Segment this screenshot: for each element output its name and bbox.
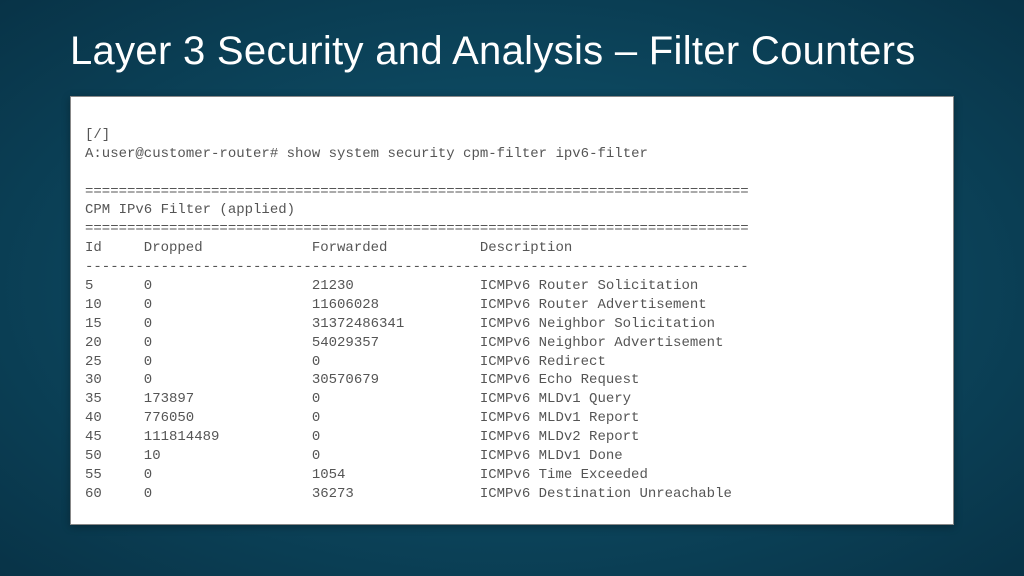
slide: Layer 3 Security and Analysis – Filter C… xyxy=(0,0,1024,576)
cell-id: 55 xyxy=(85,466,144,485)
table-row: 10011606028ICMPv6 Router Advertisement xyxy=(85,297,707,313)
cell-forwarded: 0 xyxy=(312,447,480,466)
terminal-prompt: A:user@customer-router# show system secu… xyxy=(85,146,648,162)
table-row: 5021230ICMPv6 Router Solicitation xyxy=(85,278,698,294)
cell-forwarded: 11606028 xyxy=(312,296,480,315)
cell-id: 10 xyxy=(85,296,144,315)
cell-forwarded: 31372486341 xyxy=(312,315,480,334)
terminal-heading: CPM IPv6 Filter (applied) xyxy=(85,202,295,218)
table-row: 351738970ICMPv6 MLDv1 Query xyxy=(85,391,631,407)
table-row: 60036273ICMPv6 Destination Unreachable xyxy=(85,486,732,502)
col-id: Id xyxy=(85,239,144,258)
cell-description: ICMPv6 Router Solicitation xyxy=(480,277,698,296)
cell-dropped: 10 xyxy=(144,447,312,466)
cell-description: ICMPv6 Time Exceeded xyxy=(480,466,648,485)
cell-description: ICMPv6 Echo Request xyxy=(480,371,640,390)
cell-id: 5 xyxy=(85,277,144,296)
cell-forwarded: 54029357 xyxy=(312,334,480,353)
cell-forwarded: 0 xyxy=(312,353,480,372)
terminal-rule: ----------------------------------------… xyxy=(85,259,749,275)
cell-forwarded: 36273 xyxy=(312,485,480,504)
cell-id: 60 xyxy=(85,485,144,504)
cell-forwarded: 0 xyxy=(312,390,480,409)
cell-description: ICMPv6 MLDv1 Done xyxy=(480,447,623,466)
table-row: 2500ICMPv6 Redirect xyxy=(85,354,606,370)
cell-description: ICMPv6 Neighbor Advertisement xyxy=(480,334,724,353)
cell-description: ICMPv6 Neighbor Solicitation xyxy=(480,315,715,334)
terminal-rows: 5021230ICMPv6 Router Solicitation 100116… xyxy=(85,277,939,504)
col-description: Description xyxy=(480,239,572,258)
cell-id: 25 xyxy=(85,353,144,372)
cell-dropped: 0 xyxy=(144,296,312,315)
terminal-rule: ========================================… xyxy=(85,221,749,237)
terminal-columns: IdDroppedForwardedDescription xyxy=(85,240,572,256)
cell-forwarded: 0 xyxy=(312,409,480,428)
cell-forwarded: 1054 xyxy=(312,466,480,485)
cell-dropped: 0 xyxy=(144,353,312,372)
cell-dropped: 0 xyxy=(144,485,312,504)
cell-description: ICMPv6 MLDv1 Query xyxy=(480,390,631,409)
cell-id: 45 xyxy=(85,428,144,447)
terminal-output: [/] A:user@customer-router# show system … xyxy=(70,96,954,525)
cell-description: ICMPv6 Router Advertisement xyxy=(480,296,707,315)
cell-description: ICMPv6 Redirect xyxy=(480,353,606,372)
terminal-rule: ========================================… xyxy=(85,184,749,200)
cell-dropped: 0 xyxy=(144,315,312,334)
slide-title: Layer 3 Security and Analysis – Filter C… xyxy=(70,28,954,74)
cell-id: 20 xyxy=(85,334,144,353)
table-row: 20054029357ICMPv6 Neighbor Advertisement xyxy=(85,335,723,351)
cell-id: 35 xyxy=(85,390,144,409)
cell-dropped: 0 xyxy=(144,466,312,485)
cell-dropped: 0 xyxy=(144,334,312,353)
cell-description: ICMPv6 MLDv1 Report xyxy=(480,409,640,428)
table-row: 407760500ICMPv6 MLDv1 Report xyxy=(85,410,639,426)
cell-id: 15 xyxy=(85,315,144,334)
cell-description: ICMPv6 Destination Unreachable xyxy=(480,485,732,504)
table-row: 50100ICMPv6 MLDv1 Done xyxy=(85,448,623,464)
cell-dropped: 0 xyxy=(144,277,312,296)
table-row: 5501054ICMPv6 Time Exceeded xyxy=(85,467,648,483)
cell-forwarded: 21230 xyxy=(312,277,480,296)
col-forwarded: Forwarded xyxy=(312,239,480,258)
terminal-cwd: [/] xyxy=(85,127,110,143)
cell-id: 40 xyxy=(85,409,144,428)
cell-forwarded: 0 xyxy=(312,428,480,447)
cell-dropped: 0 xyxy=(144,371,312,390)
cell-id: 30 xyxy=(85,371,144,390)
cell-forwarded: 30570679 xyxy=(312,371,480,390)
cell-dropped: 111814489 xyxy=(144,428,312,447)
cell-id: 50 xyxy=(85,447,144,466)
cell-dropped: 776050 xyxy=(144,409,312,428)
table-row: 451118144890ICMPv6 MLDv2 Report xyxy=(85,429,639,445)
table-row: 30030570679ICMPv6 Echo Request xyxy=(85,372,639,388)
table-row: 15031372486341ICMPv6 Neighbor Solicitati… xyxy=(85,316,715,332)
cell-description: ICMPv6 MLDv2 Report xyxy=(480,428,640,447)
col-dropped: Dropped xyxy=(144,239,312,258)
cell-dropped: 173897 xyxy=(144,390,312,409)
